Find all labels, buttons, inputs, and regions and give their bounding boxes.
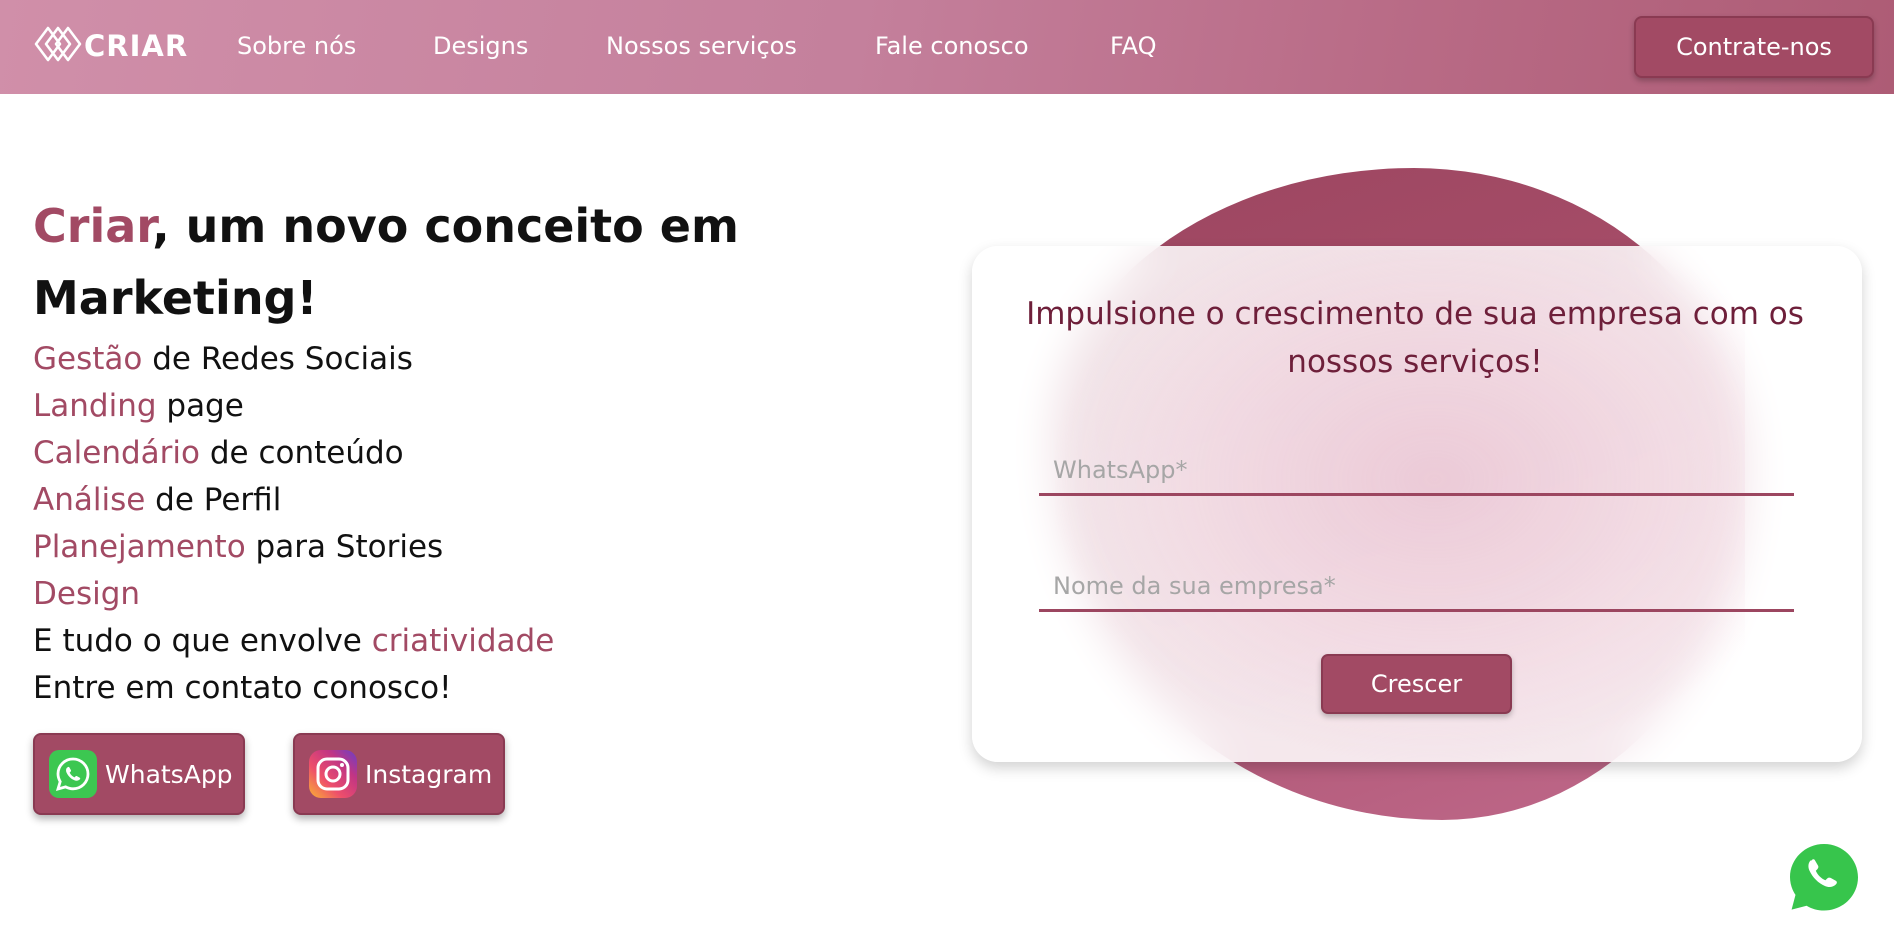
service-text: de Redes Sociais xyxy=(142,341,413,377)
service-item: Design xyxy=(33,571,554,618)
headline-accent: Criar xyxy=(33,199,153,253)
logo-text: CRIAR xyxy=(84,29,189,63)
service-item: Gestão de Redes Sociais xyxy=(33,336,554,383)
whatsapp-button[interactable]: WhatsApp xyxy=(33,733,245,815)
submit-grow-button[interactable]: Crescer xyxy=(1321,654,1512,714)
service-text: de conteúdo xyxy=(199,435,404,471)
instagram-label: Instagram xyxy=(365,759,493,789)
service-item: Landing page xyxy=(33,383,554,430)
form-title: Impulsione o crescimento de sua empresa … xyxy=(1026,296,1804,380)
nav-contact[interactable]: Fale conosco xyxy=(875,30,1029,62)
hire-us-button[interactable]: Contrate-nos xyxy=(1634,16,1874,78)
nav-designs[interactable]: Designs xyxy=(433,30,528,62)
services-list: Gestão de Redes Sociais Landing page Cal… xyxy=(33,336,554,712)
service-accent: Análise xyxy=(33,482,146,518)
service-accent: Planejamento xyxy=(33,529,246,565)
hero-headline: Criar, um novo conceito em Marketing! xyxy=(33,190,793,334)
creativity-prefix: E tudo o que envolve xyxy=(33,623,372,659)
whatsapp-label: WhatsApp xyxy=(105,759,233,789)
creativity-line: E tudo o que envolve criatividade xyxy=(33,618,554,665)
service-accent: Gestão xyxy=(33,341,143,377)
brand-logo[interactable]: CRIAR xyxy=(34,26,188,66)
floating-whatsapp-icon xyxy=(1782,840,1866,924)
service-item: Planejamento para Stories xyxy=(33,524,554,571)
service-accent: Design xyxy=(33,576,141,612)
logo-diamond-icon xyxy=(34,24,82,68)
top-navbar: CRIAR Sobre nós Designs Nossos serviços … xyxy=(0,0,1894,94)
whatsapp-icon xyxy=(49,750,97,798)
service-text: de Perfil xyxy=(145,482,282,518)
company-name-field[interactable] xyxy=(1039,562,1794,612)
floating-whatsapp-button[interactable] xyxy=(1782,836,1866,920)
service-text: para Stories xyxy=(245,529,444,565)
nav-services[interactable]: Nossos serviços xyxy=(606,30,797,62)
nav-faq[interactable]: FAQ xyxy=(1110,30,1157,62)
instagram-button[interactable]: Instagram xyxy=(293,733,505,815)
instagram-icon xyxy=(309,750,357,798)
service-item: Análise de Perfil xyxy=(33,477,554,524)
contact-line: Entre em contato conosco! xyxy=(33,670,452,706)
service-item: Calendário de conteúdo xyxy=(33,430,554,477)
service-accent: Calendário xyxy=(33,435,200,471)
whatsapp-field[interactable] xyxy=(1039,446,1794,496)
service-text: page xyxy=(156,388,244,424)
creativity-accent: criatividade xyxy=(371,623,555,659)
nav-about[interactable]: Sobre nós xyxy=(237,30,356,62)
service-accent: Landing xyxy=(33,388,157,424)
